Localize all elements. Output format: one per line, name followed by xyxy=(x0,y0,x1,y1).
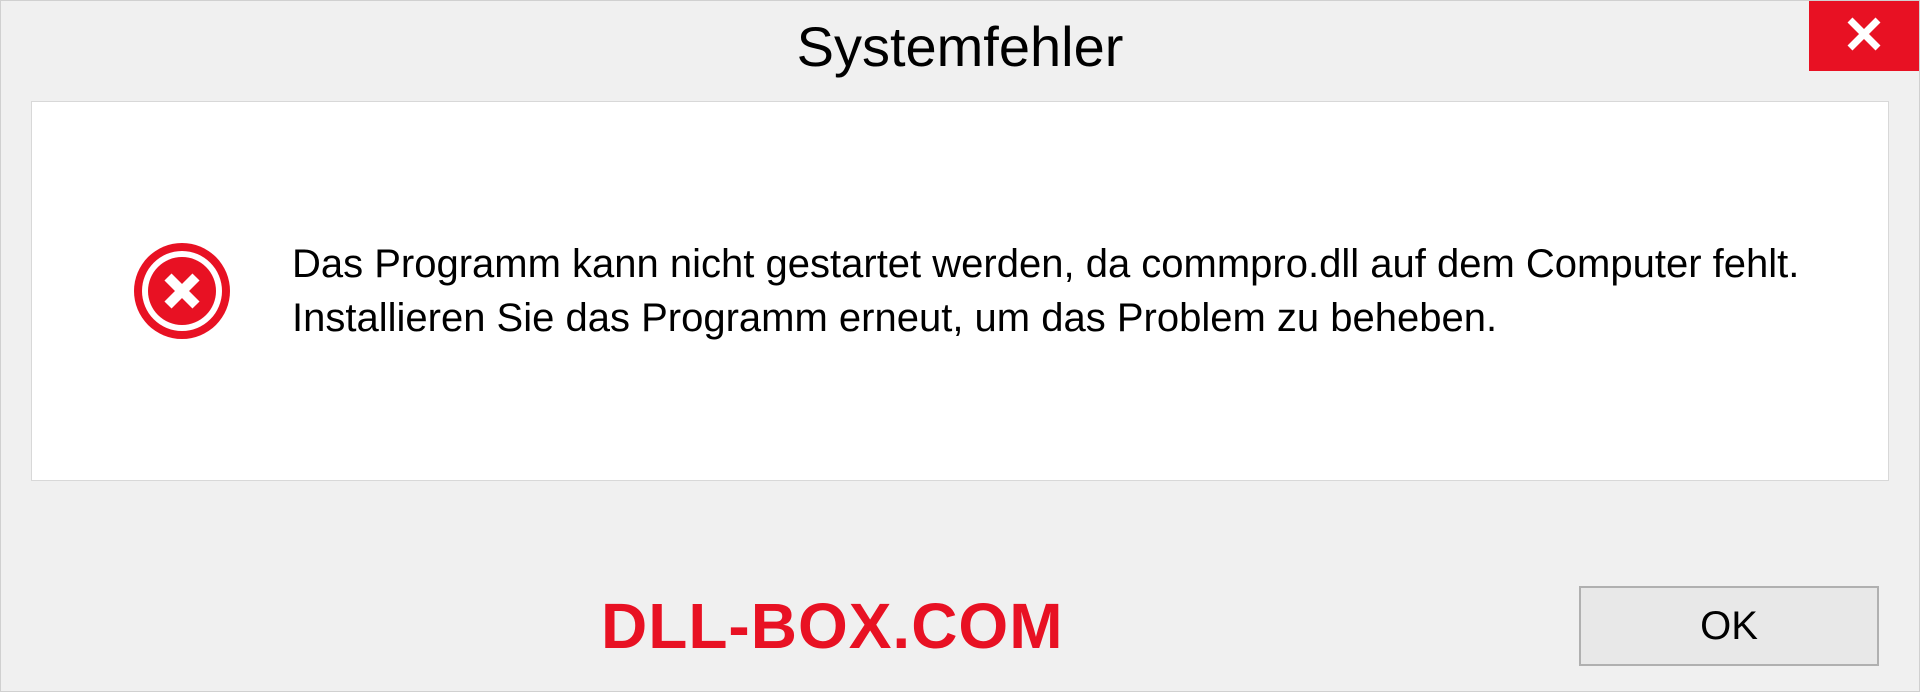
footer-area: DLL-BOX.COM OK xyxy=(1,586,1919,666)
error-dialog: Systemfehler Das Programm kann nicht ges… xyxy=(0,0,1920,692)
ok-button[interactable]: OK xyxy=(1579,586,1879,666)
title-bar: Systemfehler xyxy=(1,1,1919,91)
error-icon xyxy=(132,241,232,341)
error-message: Das Programm kann nicht gestartet werden… xyxy=(292,237,1828,345)
content-area: Das Programm kann nicht gestartet werden… xyxy=(31,101,1889,481)
close-icon xyxy=(1844,14,1884,59)
close-button[interactable] xyxy=(1809,1,1919,71)
dialog-title: Systemfehler xyxy=(797,14,1124,79)
watermark-text: DLL-BOX.COM xyxy=(601,589,1064,663)
